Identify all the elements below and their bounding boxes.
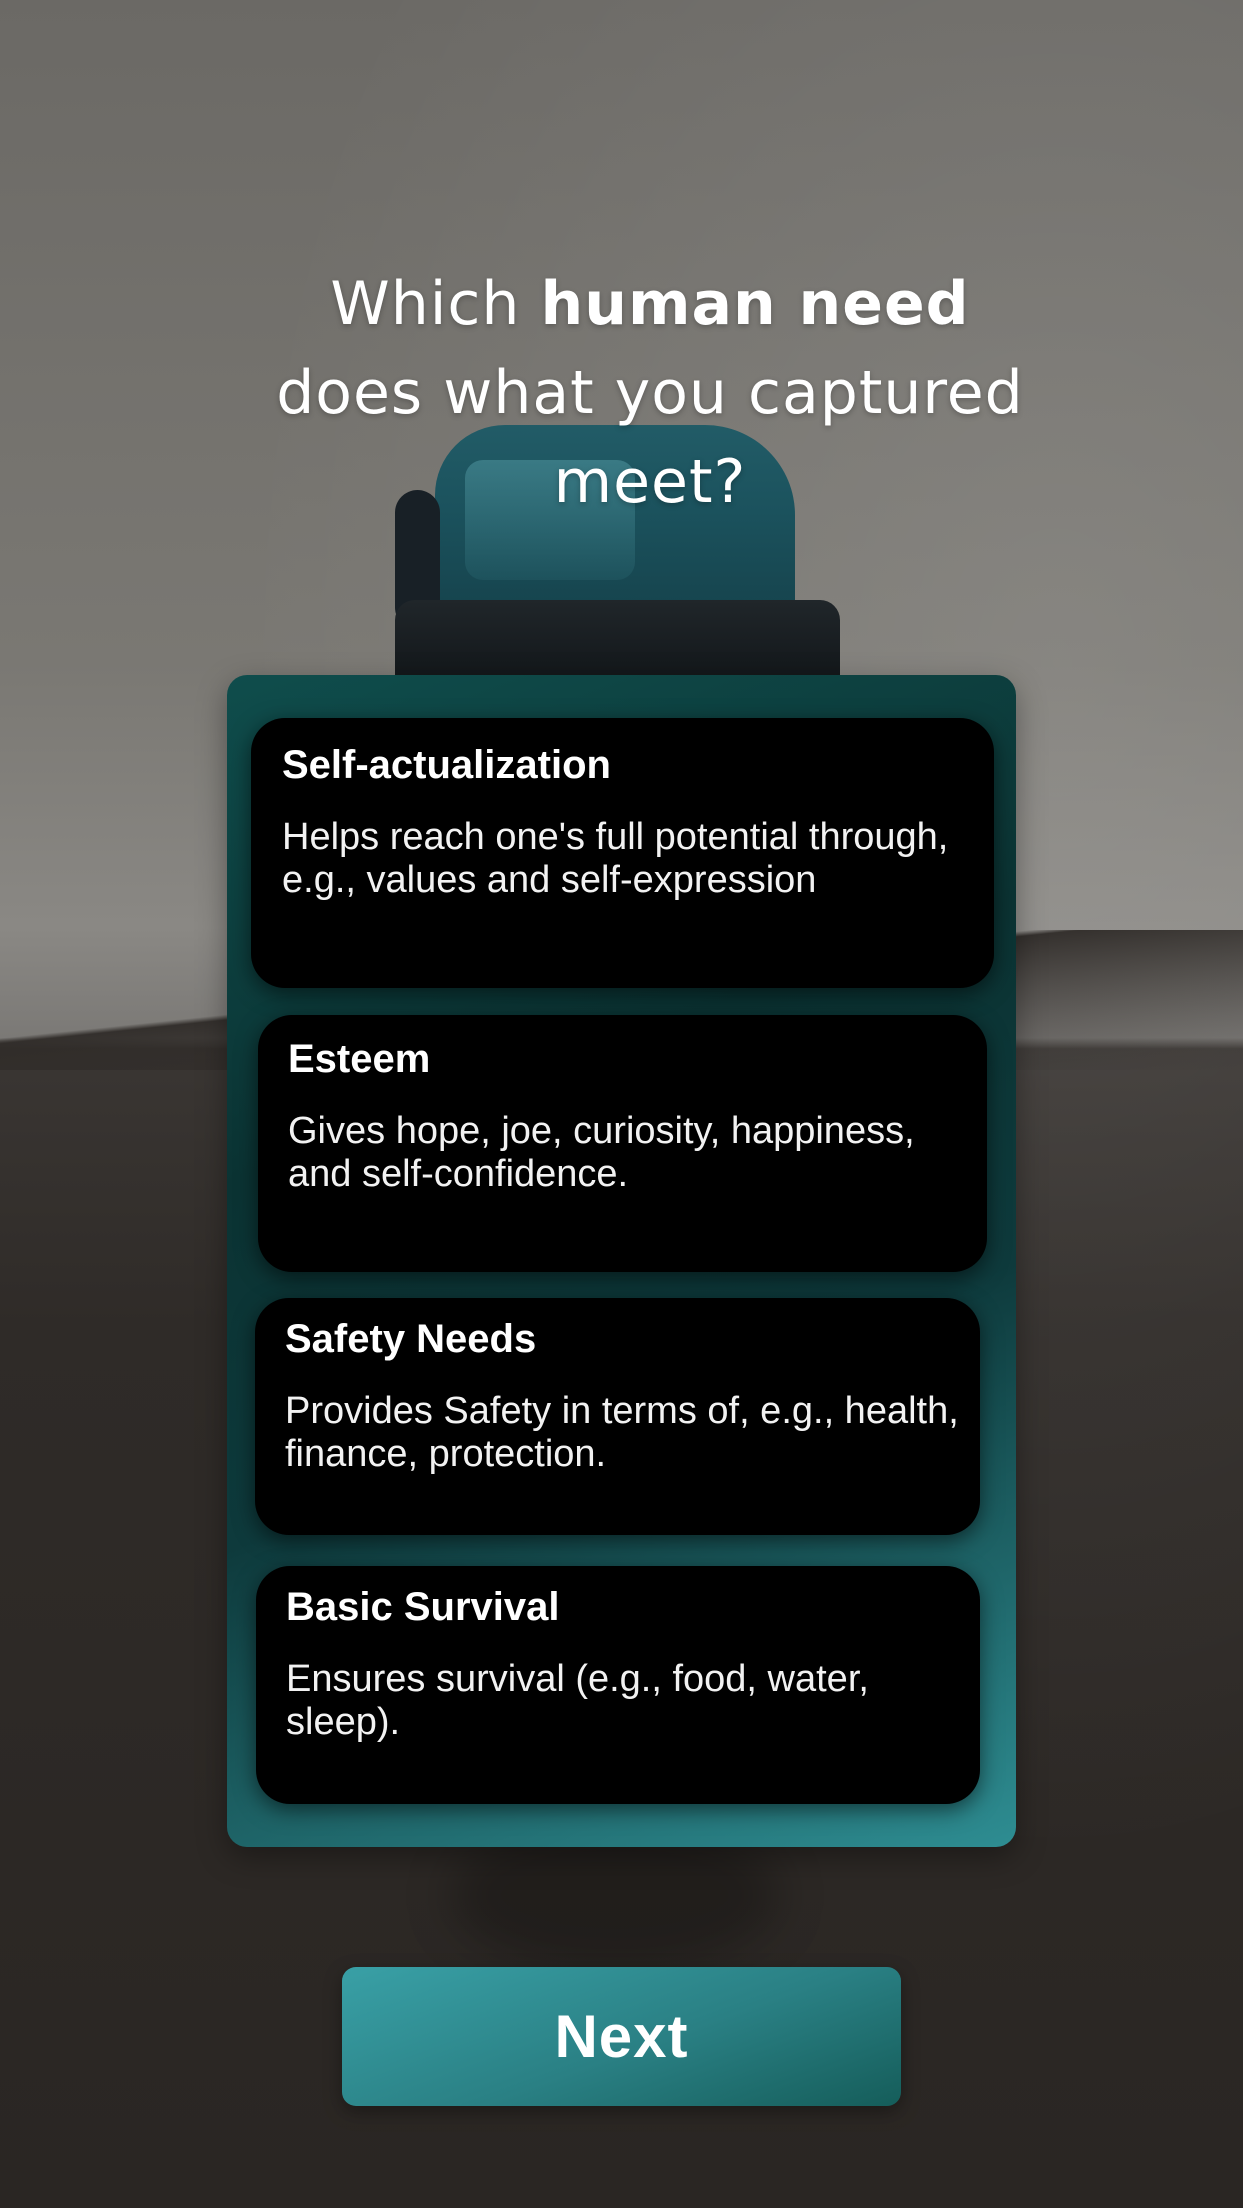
- option-description: Ensures survival (e.g., food, water, sle…: [286, 1658, 869, 1743]
- question-heading: Which human need does what you captured …: [260, 260, 1040, 527]
- question-suffix: does what you captured meet?: [276, 358, 1024, 517]
- option-card-safety-needs[interactable]: Safety Needs Provides Safety in terms of…: [255, 1298, 980, 1535]
- option-description: Provides Safety in terms of, e.g., healt…: [285, 1390, 959, 1475]
- option-title: Self-actualization: [282, 743, 611, 787]
- option-title: Basic Survival: [286, 1585, 560, 1629]
- question-prefix: Which: [330, 269, 541, 339]
- option-card-basic-survival[interactable]: Basic Survival Ensures survival (e.g., f…: [256, 1566, 980, 1804]
- option-description: Gives hope, joe, curiosity, happiness, a…: [288, 1110, 915, 1195]
- option-description: Helps reach one's full potential through…: [282, 816, 949, 901]
- option-card-esteem[interactable]: Esteem Gives hope, joe, curiosity, happi…: [258, 1015, 987, 1272]
- option-title: Esteem: [288, 1037, 431, 1081]
- option-card-self-actualization[interactable]: Self-actualization Helps reach one's ful…: [251, 718, 994, 988]
- question-emphasis: human need: [540, 269, 970, 339]
- next-button[interactable]: Next: [342, 1967, 901, 2106]
- option-title: Safety Needs: [285, 1317, 537, 1361]
